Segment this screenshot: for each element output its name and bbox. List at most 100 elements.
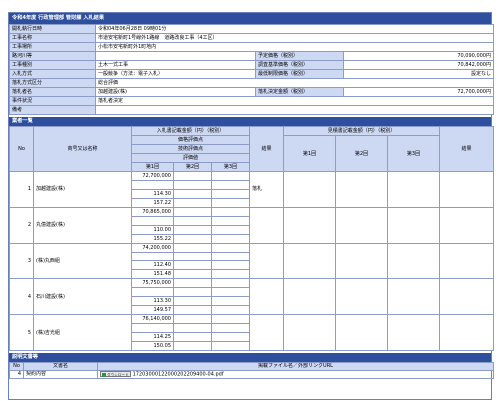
bid-round3-eval	[211, 233, 250, 244]
bid-round3-tech_score	[211, 188, 250, 199]
progress-value: 落札者決定	[95, 96, 494, 106]
bid-round2-amount	[173, 314, 212, 325]
bid-round1-amount: 75,750,000	[131, 278, 174, 289]
estimate-result-cell	[439, 206, 494, 244]
bid-round2-price_score	[173, 180, 212, 190]
docs-col-no: No	[9, 361, 24, 371]
bid-round3-amount	[211, 314, 250, 325]
info-value: 一般競争（方法：電子入札）	[95, 69, 256, 79]
sub-eval: 評価値	[131, 153, 250, 163]
progress-label: 事件状況	[9, 96, 96, 106]
bidder-name: 加越建設(株)	[33, 171, 132, 208]
doc-name: 契約内容	[23, 370, 98, 380]
winner-value: 加越建設(株)	[95, 87, 256, 97]
bid-round3-amount	[211, 242, 250, 253]
winner-amount: 72,700,000円	[343, 87, 494, 97]
winner-amount-label: 落札決定金額（税別）	[255, 87, 344, 97]
estimate-round1: 第1回	[283, 135, 336, 172]
estimate-round1-cell	[283, 171, 336, 208]
estimate-round2-cell	[335, 242, 388, 280]
estimate-round1-cell	[283, 242, 336, 280]
estimate-round3-cell	[387, 242, 440, 280]
info-label-2: 最低制限価格（税別）	[255, 69, 344, 79]
info-row-remarks: 備考	[9, 105, 494, 115]
info-row: 路河川等 予定価格（税別） 70,090,000円	[9, 51, 494, 61]
info-value: 土木一式工事	[95, 60, 256, 70]
bid-round2-eval	[173, 269, 212, 280]
bidder-row: 3 (株)丸西組 74,200,000	[9, 242, 494, 280]
info-label: 工事種別	[9, 60, 96, 70]
bid-round2-price_score	[173, 287, 212, 298]
bid-round1-tech_score: 114.25	[131, 331, 174, 342]
estimate-round1-cell	[283, 314, 336, 351]
info-row: 開札執行日時 令和04年06月28日 09時01分	[9, 24, 494, 34]
info-row-progress: 事件状況 落札者決定	[9, 96, 494, 106]
bid-round3-eval	[211, 197, 250, 208]
bidders-section-title: 業者一覧	[9, 117, 491, 126]
bidder-no: 5	[9, 314, 34, 351]
bid-round1-tech_score: 114.30	[131, 188, 174, 199]
bidder-row: 2 丸億建設(株) 70,865,000	[9, 206, 494, 244]
bid-round1-tech_score: 112.40	[131, 260, 174, 271]
col-no: No	[9, 126, 34, 172]
doc-file-link[interactable]: 17203000122000202209400-04.pdf	[133, 371, 224, 377]
estimate-result-cell	[439, 278, 494, 316]
page-title: 令和4年度 行政管理部 管財課 入札結果	[9, 13, 491, 24]
info-label: 工事名称	[9, 33, 96, 43]
bid-round3-tech_score	[211, 296, 250, 307]
estimate-round3-cell	[387, 314, 440, 351]
download-button[interactable]: ダウンロード	[100, 371, 131, 377]
estimate-round3-cell	[387, 171, 440, 208]
bid-round2: 第2回	[173, 162, 212, 172]
bid-round2-eval	[173, 340, 212, 351]
info-label: 入札方式	[9, 69, 96, 79]
bidders-table: No 商号又は名称 入札書記載金額（円）（税別） 結果 見積書記載金額（円）（税…	[9, 126, 494, 351]
info-value-2: 70,090,000円	[343, 51, 494, 61]
info-label-2: 予定価格（税別）	[255, 51, 344, 61]
info-row-winner: 落札者名 加越建設(株) 落札決定金額（税別） 72,700,000円	[9, 87, 494, 97]
bid-round2-tech_score	[173, 260, 212, 271]
bid-round2-tech_score	[173, 224, 212, 235]
bidder-name: (株)丸西組	[33, 242, 132, 280]
bid-round2-tech_score	[173, 296, 212, 307]
bid-round1-price_score	[131, 251, 174, 262]
estimate-round1-cell	[283, 206, 336, 244]
bidder-no: 2	[9, 206, 34, 244]
bidder-no: 1	[9, 171, 34, 208]
col-name: 商号又は名称	[33, 126, 132, 172]
info-label: 工事場所	[9, 42, 96, 52]
bid-round2-amount	[173, 206, 212, 217]
bid-round1-amount: 74,200,000	[131, 242, 174, 253]
bid-round1-price_score	[131, 180, 174, 190]
bidder-row: 4 石川建設(株) 75,750,000	[9, 278, 494, 316]
info-value-2: 70,842,000円	[343, 60, 494, 70]
method-label: 落札方式区分	[9, 78, 96, 88]
docs-table: No 文書名 掲載ファイル名／外部リンクURL 4 契約内容 ダウンロード 17203…	[9, 361, 494, 380]
bid-round1-amount: 76,140,000	[131, 314, 174, 325]
bid-round2-amount	[173, 171, 212, 181]
bid-round2-amount	[173, 278, 212, 289]
bid-round3-amount	[211, 278, 250, 289]
bid-round3-price_score	[211, 180, 250, 190]
bid-round2-eval	[173, 233, 212, 244]
bid-round3-tech_score	[211, 224, 250, 235]
bid-round2-price_score	[173, 215, 212, 226]
docs-col-name: 文書名	[23, 361, 98, 371]
bidder-name: 丸億建設(株)	[33, 206, 132, 244]
bid-round1-price_score	[131, 287, 174, 298]
bid-round3-eval	[211, 269, 250, 280]
estimate-result-cell	[439, 171, 494, 208]
bid-round1-eval: 151.48	[131, 269, 174, 280]
bid-round3-amount	[211, 171, 250, 181]
col-bid-header: 入札書記載金額（円）（税別）	[131, 126, 250, 136]
download-icon	[102, 372, 106, 377]
estimate-result-cell	[439, 314, 494, 351]
bidder-result	[249, 314, 284, 351]
bid-round1-eval: 149.57	[131, 305, 174, 316]
info-value: 小松市安宅新町外1町地内	[95, 42, 494, 52]
bid-round1-amount: 72,700,000	[131, 171, 174, 181]
estimate-round1-cell	[283, 278, 336, 316]
info-label: 路河川等	[9, 51, 96, 61]
bidder-row: 5 (株)吉光組 76,140,000	[9, 314, 494, 351]
info-label: 開札執行日時	[9, 24, 96, 34]
